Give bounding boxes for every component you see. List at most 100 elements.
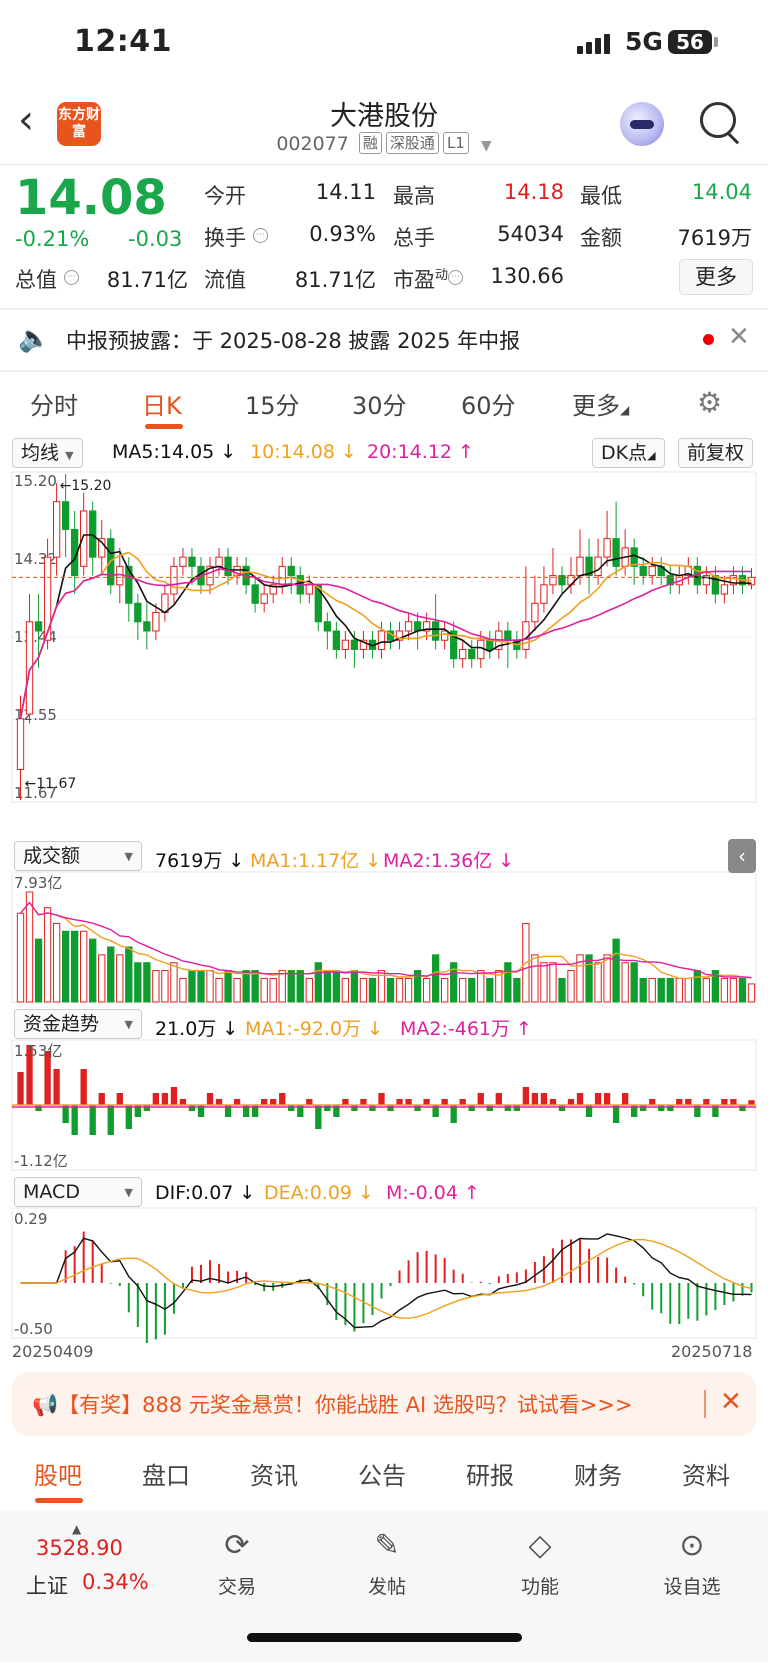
tab-profile[interactable]: 资料 [682,1456,730,1491]
volume-bar [504,962,512,1003]
macd-selector[interactable]: MACD ▼ [14,1177,142,1207]
add-watchlist-button[interactable]: ⊙ 设自选 [632,1524,752,1599]
candle-body [323,621,331,632]
trade-label: 交易 [217,1576,256,1598]
notice-bar[interactable]: 🔈 中报预披露：于 2025-08-28 披露 2025 年中报 ✕ [0,310,768,370]
fund-bar [477,1093,484,1105]
function-icon: ◇ [528,1528,552,1563]
value-open: 14.11 [315,180,376,204]
candle-body [630,547,638,567]
fund-bar [414,1105,421,1111]
fund-bar [35,1105,42,1111]
volume-bar [422,977,431,1003]
fund-trend-selector[interactable]: 资金趋势 ▼ [14,1009,142,1039]
info-icon[interactable]: ⋯ [63,270,79,285]
fund-axis-label: 1.53亿 [14,1042,62,1060]
volume-bar [323,970,331,1003]
volume-selector[interactable]: 成交额 ▼ [14,841,142,871]
volume-bar [242,970,250,1003]
candle-body [603,538,611,558]
tag-margin: 融 [358,132,382,154]
candle-body [215,556,223,567]
up-arrow-icon: ▲ [72,1522,82,1536]
search-icon[interactable] [700,102,736,138]
label-open: 今开 [204,184,246,208]
volume-bar [170,962,178,1003]
tab-15min[interactable]: 15分 [245,386,300,421]
fund-bar [621,1093,629,1105]
candle-body [594,556,602,577]
value-amount: 7619万 [677,226,752,250]
volume-bar [675,977,683,1003]
info-icon[interactable]: ⋯ [448,270,464,285]
candle-body [179,556,187,567]
tab-financials[interactable]: 财务 [574,1456,622,1491]
tab-intraday[interactable]: 分时 [30,386,78,421]
value-high: 14.18 [503,180,564,204]
volume-bar [657,977,665,1003]
volume-bar [648,977,656,1003]
function-button[interactable]: ◇ 功能 [480,1524,600,1599]
tab-60min[interactable]: 60分 [461,386,516,421]
tab-daily-k[interactable]: 日K [142,386,182,421]
quote-panel: 14.08 -0.21% -0.03 今开 14.11 最高 14.18 最低 … [0,164,768,308]
tab-announcements[interactable]: 公告 [358,1456,406,1491]
tab-30min[interactable]: 30分 [352,386,407,421]
volume-bar [386,977,395,1003]
collapse-panel-button[interactable]: ‹ [728,839,756,873]
volume-bar [25,891,34,1003]
volume-bar [278,970,286,1003]
index-value[interactable]: 3528.90 [36,1536,123,1560]
tag-level: L1 [442,132,469,154]
volume-bar [477,970,485,1003]
more-button[interactable]: 更多 [679,259,753,295]
fund-bar [640,1105,647,1111]
volume-value: 7619万 ↓ [155,850,245,872]
index-name[interactable]: 上证 [26,1570,68,1600]
tab-research[interactable]: 研报 [466,1456,514,1491]
tab-forum[interactable]: 股吧 [34,1456,82,1491]
settings-gear-icon[interactable]: ⚙ [697,386,722,419]
info-icon[interactable]: ⋯ [252,228,268,243]
adjust-button[interactable]: 前复权 [678,438,754,468]
value-market-cap: 81.71亿 [106,268,188,292]
add-watchlist-label: 设自选 [663,1576,721,1598]
index-change[interactable]: 0.34% [82,1570,149,1594]
kline-chart[interactable]: 15.2014.3213.4412.5511.67←15.20←11.677.9… [0,470,768,1355]
fund-bar [188,1105,196,1111]
volume-bar [630,962,638,1003]
candle-body [188,556,196,567]
close-icon[interactable]: ✕ [728,322,750,352]
date-end: 20250718 [671,1342,753,1361]
tab-orderbook[interactable]: 盘口 [142,1456,190,1491]
fund-bar [396,1099,403,1105]
fund-bar [351,1105,358,1111]
close-icon[interactable]: ✕ [720,1387,742,1417]
fund-bar [594,1093,602,1105]
post-button[interactable]: ✎ 发帖 [327,1524,447,1599]
candle-body [134,602,142,623]
volume-bar [52,922,61,1003]
fund-bar [405,1099,412,1105]
volume-bar [395,977,404,1003]
volume-bar [161,970,169,1003]
promo-banner[interactable]: 📢【有奖】888 元奖金悬赏！你能战胜 AI 选股吗？试试看>>> ✕ [12,1372,756,1436]
trade-button[interactable]: ⟳ 交易 [177,1524,297,1599]
ai-assistant-icon[interactable] [620,102,664,146]
dk-point-button[interactable]: DK点◢ [592,438,665,468]
volume-bar [188,970,196,1003]
candle-body [504,630,512,641]
candle-body [152,612,160,632]
ma-indicator-row: 均线 ▼ MA5:14.05 ↓ 10:14.08 ↓ 20:14.12 ↑ D… [0,436,768,470]
volume-ma2: MA2:1.36亿 ↓ [383,850,515,872]
tab-more[interactable]: 更多◢ [572,386,629,421]
volume-bar [531,954,539,1003]
fund-bar [143,1105,151,1111]
fund-bar [179,1099,187,1105]
notice-text: 中报预披露：于 2025-08-28 披露 2025 年中报 [66,329,521,353]
fund-bar [378,1093,385,1105]
tab-news[interactable]: 资讯 [250,1456,298,1491]
fund-bar [730,1099,737,1105]
candle-body [720,584,729,595]
ma-selector[interactable]: 均线 ▼ [12,438,83,468]
